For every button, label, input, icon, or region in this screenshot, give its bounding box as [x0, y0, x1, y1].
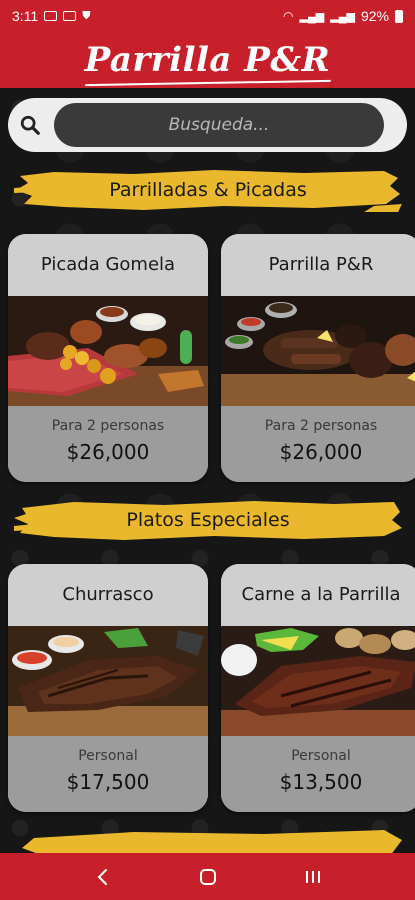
signal-icon: ▂▄▆	[299, 10, 325, 23]
section-banner-platos: Platos Especiales	[14, 496, 402, 544]
section-title: Parrilladas & Picadas	[109, 179, 307, 201]
food-image-churrasco	[8, 626, 208, 736]
status-time: 3:11	[12, 8, 39, 24]
card-title: Parrilla P&R	[268, 254, 374, 275]
food-image-picada	[8, 296, 208, 406]
menu-card-carne-parrilla[interactable]: Carne a la Parrilla Personal $13,500	[221, 564, 415, 812]
section-title: Platos Especiales	[126, 509, 290, 531]
food-image-parrilla	[221, 296, 415, 406]
search-input[interactable]	[54, 103, 384, 147]
back-button[interactable]	[83, 857, 123, 897]
card-title: Churrasco	[62, 584, 154, 605]
signal-icon: ▂▄▆	[330, 10, 355, 23]
card-subtitle: Para 2 personas	[51, 418, 165, 434]
card-title: Carne a la Parrilla	[241, 584, 401, 605]
section-banner-parrilladas: Parrilladas & Picadas	[14, 166, 402, 214]
recents-icon	[305, 870, 320, 883]
battery-percent: 92%	[360, 8, 389, 24]
status-left: 3:11 ⛊	[12, 8, 90, 24]
card-price: $13,500	[279, 770, 363, 794]
card-price: $26,000	[279, 440, 363, 464]
menu-content[interactable]: Parrilladas & Picadas Picada Gomela	[0, 88, 415, 853]
card-subtitle: Personal	[78, 748, 138, 764]
app-title-text: Parrilla P&R	[84, 40, 331, 80]
app-title: Parrilla P&R	[84, 40, 331, 87]
system-nav-bar	[0, 853, 415, 900]
notification-icon	[44, 11, 58, 21]
search-bar	[8, 98, 407, 152]
status-right: ◠ ▂▄▆ ▂▄▆ 92%	[283, 8, 403, 24]
card-subtitle: Personal	[291, 748, 351, 764]
shield-icon: ⛊	[82, 9, 91, 22]
recents-button[interactable]	[293, 857, 333, 897]
wifi-icon: ◠	[283, 9, 294, 23]
title-underline	[84, 79, 331, 87]
home-button[interactable]	[188, 857, 228, 897]
card-price: $26,000	[66, 440, 150, 464]
menu-card-picada-gomela[interactable]: Picada Gomela Para 2 personas $26,000	[8, 234, 208, 482]
app-header: Parrilla P&R	[0, 32, 415, 88]
section-banner-partial	[14, 826, 402, 853]
card-title: Picada Gomela	[40, 254, 176, 275]
brush-stroke-banner	[22, 830, 402, 853]
menu-card-churrasco[interactable]: Churrasco Personal $17,500	[8, 564, 208, 812]
food-image-carne	[221, 626, 415, 736]
back-icon	[97, 868, 107, 885]
battery-icon	[395, 9, 403, 23]
home-icon	[199, 868, 216, 885]
menu-card-parrilla-pr[interactable]: Parrilla P&R Para 2 personas $26,000	[221, 234, 415, 482]
card-price: $17,500	[66, 770, 150, 794]
notification-icon	[63, 11, 77, 21]
card-subtitle: Para 2 personas	[264, 418, 378, 434]
search-icon[interactable]	[8, 98, 52, 152]
status-bar: 3:11 ⛊ ◠ ▂▄▆ ▂▄▆ 92%	[0, 0, 415, 32]
